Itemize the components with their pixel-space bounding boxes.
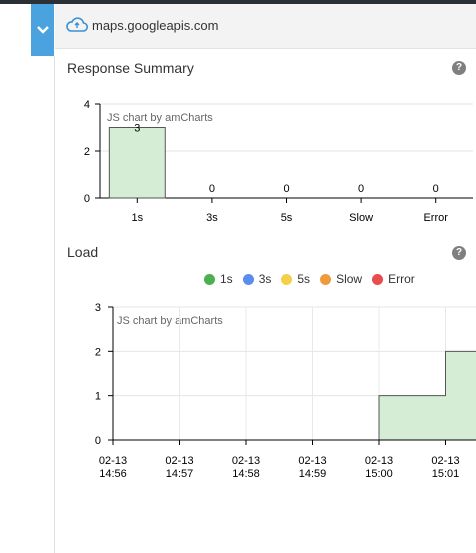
legend-marker xyxy=(204,273,215,285)
y-tick-label: 1 xyxy=(95,391,101,403)
data-label: 0 xyxy=(433,183,439,195)
x-tick-label: Slow xyxy=(349,212,373,224)
legend-label: 5s xyxy=(297,272,311,286)
data-label: 0 xyxy=(283,183,289,195)
x-tick-label: 02-13 xyxy=(298,455,326,467)
legend-label: Error xyxy=(388,272,415,286)
legend-marker xyxy=(242,273,254,285)
legend-label: 3s xyxy=(258,272,272,286)
x-tick-label: Error xyxy=(423,212,448,224)
legend-marker xyxy=(281,273,293,285)
question-icon[interactable]: ? xyxy=(452,246,466,260)
legend-item[interactable]: Error xyxy=(372,272,415,286)
x-tick-label: 02-13 xyxy=(232,455,260,467)
x-tick-label: 02-13 xyxy=(165,455,193,467)
x-tick-label: 3s xyxy=(206,212,218,224)
x-tick-label: 14:57 xyxy=(166,468,194,480)
x-tick-label: 02-13 xyxy=(431,455,459,467)
y-tick-label: 0 xyxy=(95,435,101,447)
bar xyxy=(108,127,166,199)
y-tick-label: 2 xyxy=(84,146,90,158)
area-segment xyxy=(445,351,476,440)
chart-watermark: JS chart by amCharts xyxy=(107,112,213,124)
host-header: maps.googleapis.com xyxy=(55,4,476,49)
response-summary-chart: JS chart by amCharts 0 2 4 3 1s 0 3s 0 5s 0 Slow 0 E… xyxy=(84,99,473,224)
chevron-down-icon xyxy=(36,26,49,34)
collapse-button[interactable] xyxy=(31,4,54,56)
load-legend: 1s 3s 5s Slow Error xyxy=(204,272,415,286)
x-tick-label: 14:58 xyxy=(232,468,260,480)
y-tick-label: 2 xyxy=(95,346,101,358)
legend-item[interactable]: Slow xyxy=(320,272,362,286)
x-tick-label: 1s xyxy=(131,212,143,224)
legend-item[interactable]: 3s xyxy=(242,272,272,286)
x-tick-label: 02-13 xyxy=(99,455,127,467)
data-label: 0 xyxy=(358,183,364,195)
x-tick-label: 15:01 xyxy=(432,468,460,480)
x-tick-label: 15:00 xyxy=(365,468,393,480)
cloud-icon xyxy=(66,17,89,32)
area-segment xyxy=(379,395,446,440)
legend-item[interactable]: 5s xyxy=(281,272,310,286)
legend-marker xyxy=(320,273,332,285)
load-chart: JS chart by amCharts 012302-1314:5602-13… xyxy=(95,302,476,480)
y-tick-label: 4 xyxy=(84,99,90,111)
response-summary-title: Response Summary xyxy=(67,60,194,76)
legend-label: Slow xyxy=(336,272,363,286)
legend-marker xyxy=(372,273,384,285)
data-label: 0 xyxy=(209,183,215,195)
question-icon[interactable]: ? xyxy=(452,61,466,75)
data-label: 3 xyxy=(134,123,140,135)
y-tick-label: 0 xyxy=(84,193,90,205)
x-tick-label: 02-13 xyxy=(365,455,393,467)
y-tick-label: 3 xyxy=(95,302,101,314)
legend-label: 1s xyxy=(220,272,233,286)
load-title: Load xyxy=(67,244,99,260)
x-tick-label: 14:59 xyxy=(299,468,327,480)
x-tick-label: 14:56 xyxy=(99,468,127,480)
host-name: maps.googleapis.com xyxy=(92,18,219,33)
chart-watermark: JS chart by amCharts xyxy=(117,315,223,327)
x-tick-label: 5s xyxy=(281,212,293,224)
legend-item[interactable]: 1s xyxy=(204,272,233,286)
